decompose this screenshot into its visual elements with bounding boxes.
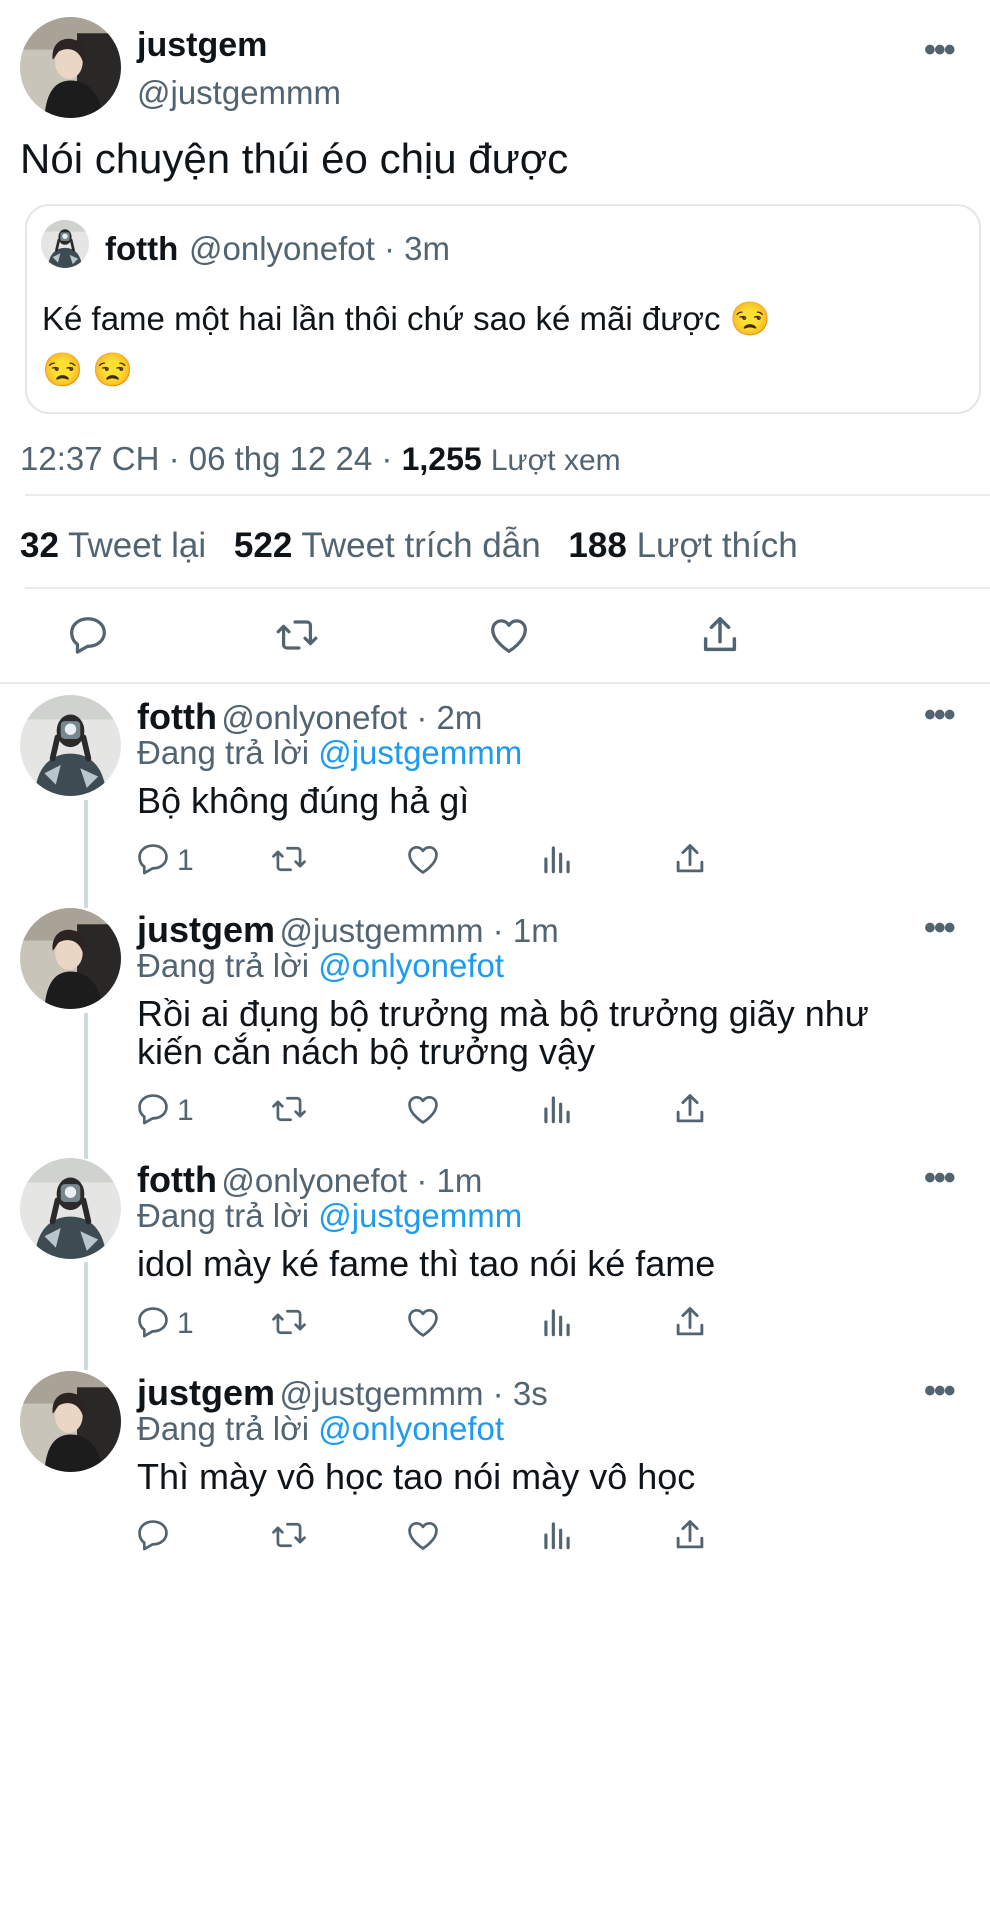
quote-name: fotth xyxy=(105,230,179,267)
replying-label: Đang trả lời xyxy=(137,734,310,771)
share-icon[interactable] xyxy=(671,1303,709,1341)
reply-handle-time: @onlyonefot · 2m xyxy=(221,699,483,736)
reply-author-name[interactable]: justgem xyxy=(137,1372,275,1413)
reply-icon[interactable] xyxy=(65,612,111,658)
retweets-stat[interactable]: 32 Tweet lại xyxy=(20,526,206,565)
quote-avatar xyxy=(41,220,89,268)
reply-count: 1 xyxy=(177,1307,194,1340)
replying-to: Đang trả lời @onlyonefot xyxy=(137,1410,504,1448)
likes-stat[interactable]: 188 Lượt thích xyxy=(568,526,797,565)
reply-avatar[interactable] xyxy=(20,1371,121,1472)
replying-to-handle[interactable]: @onlyonefot xyxy=(318,947,504,984)
views-icon[interactable] xyxy=(538,1303,576,1341)
quoted-tweet[interactable]: fotth @onlyonefot · 3m Ké fame một hai l… xyxy=(25,204,981,414)
reply-count: 1 xyxy=(177,1094,194,1127)
likes-count: 188 xyxy=(568,526,627,565)
reply-handle-time: @onlyonefot · 1m xyxy=(221,1162,483,1199)
retweet-icon[interactable] xyxy=(270,1516,308,1554)
like-icon[interactable] xyxy=(404,1516,442,1554)
replying-label: Đang trả lời xyxy=(137,1410,310,1447)
replying-to-handle[interactable]: @onlyonefot xyxy=(318,1410,504,1447)
retweet-icon[interactable] xyxy=(274,612,320,658)
reply-avatar[interactable] xyxy=(20,908,121,1009)
share-icon[interactable] xyxy=(671,840,709,878)
more-dots-icon[interactable]: ••• xyxy=(924,698,956,732)
reply-icon[interactable] xyxy=(134,1303,172,1341)
quote-text-line1: Ké fame một hai lần thôi chứ sao ké mãi … xyxy=(42,300,771,337)
views-label: Lượt xem xyxy=(490,444,621,477)
retweet-icon[interactable] xyxy=(270,840,308,878)
reply-avatar[interactable] xyxy=(20,695,121,796)
like-icon[interactable] xyxy=(404,1303,442,1341)
like-icon[interactable] xyxy=(404,1090,442,1128)
replying-to: Đang trả lời @justgemmm xyxy=(137,1197,522,1235)
views-count: 1,255 xyxy=(401,441,482,477)
reply-count: 1 xyxy=(177,844,194,877)
share-icon[interactable] xyxy=(697,612,743,658)
thread-line xyxy=(84,1262,88,1370)
thread-line xyxy=(84,800,88,908)
time-date: 12:37 CH · 06 thg 12 24 · xyxy=(20,440,393,477)
quote-text-line2: 😒 😒 xyxy=(42,351,134,388)
reply-avatar[interactable] xyxy=(20,1158,121,1259)
reply-author-name[interactable]: fotth xyxy=(137,1159,217,1200)
replying-to: Đang trả lời @onlyonefot xyxy=(137,947,504,985)
quotes-count: 522 xyxy=(233,526,293,565)
reply-text: idol mày ké fame thì tao nói ké fame xyxy=(137,1243,716,1284)
replying-to: Đang trả lời @justgemmm xyxy=(137,734,522,772)
tweet-timestamp: 12:37 CH · 06 thg 12 24 · 1,255 Lượt xem xyxy=(20,440,621,478)
share-icon[interactable] xyxy=(671,1516,709,1554)
quotes-label: Tweet trích dẫn xyxy=(301,526,541,565)
tweet-text: Nói chuyện thúi éo chịu được xyxy=(20,135,569,182)
reply-handle-time: @justgemmm · 3s xyxy=(279,1375,548,1412)
quote-handle-time: @onlyonefot · 3m xyxy=(189,230,450,267)
quotes-stat[interactable]: 522 Tweet trích dẫn xyxy=(234,526,541,565)
reply-header: fotth @onlyonefot · 1m xyxy=(137,1159,482,1201)
reply-author-name[interactable]: justgem xyxy=(137,909,275,950)
views-icon[interactable] xyxy=(538,840,576,878)
retweet-icon[interactable] xyxy=(270,1303,308,1341)
divider xyxy=(25,587,990,589)
reply-header: justgem @justgemmm · 3s xyxy=(137,1372,548,1414)
views-icon[interactable] xyxy=(538,1090,576,1128)
replying-to-handle[interactable]: @justgemmm xyxy=(318,734,522,771)
like-icon[interactable] xyxy=(404,840,442,878)
reply-header: fotth @onlyonefot · 2m xyxy=(137,696,482,738)
more-dots-icon[interactable]: ••• xyxy=(924,1374,956,1408)
retweets-label: Tweet lại xyxy=(68,526,207,565)
author-handle[interactable]: @justgemmm xyxy=(137,74,341,112)
reply-text-line2: kiến cắn nách bộ trưởng vậy xyxy=(137,1031,595,1072)
author-name[interactable]: justgem xyxy=(137,26,267,65)
reply-author-name[interactable]: fotth xyxy=(137,696,217,737)
like-icon[interactable] xyxy=(486,612,532,658)
retweets-count: 32 xyxy=(20,526,59,565)
tweet-stats: 32 Tweet lại 522 Tweet trích dẫn 188 Lượ… xyxy=(20,526,798,566)
author-avatar[interactable] xyxy=(20,17,121,118)
reply-icon[interactable] xyxy=(134,1516,172,1554)
divider xyxy=(25,494,990,496)
likes-label: Lượt thích xyxy=(636,526,798,565)
reply-icon[interactable] xyxy=(134,1090,172,1128)
reply-icon[interactable] xyxy=(134,840,172,878)
views-icon[interactable] xyxy=(538,1516,576,1554)
reply-header: justgem @justgemmm · 1m xyxy=(137,909,559,951)
retweet-icon[interactable] xyxy=(270,1090,308,1128)
section-divider xyxy=(0,682,990,684)
reply-text: Thì mày vô học tao nói mày vô học xyxy=(137,1456,696,1497)
reply-text: Bộ không đúng hả gì xyxy=(137,780,470,821)
replying-to-handle[interactable]: @justgemmm xyxy=(318,1197,522,1234)
share-icon[interactable] xyxy=(671,1090,709,1128)
replying-label: Đang trả lời xyxy=(137,947,310,984)
thread-line xyxy=(84,1013,88,1159)
reply-handle-time: @justgemmm · 1m xyxy=(279,912,559,949)
more-dots-icon[interactable]: ••• xyxy=(924,1161,956,1195)
more-dots-icon[interactable]: ••• xyxy=(924,33,956,67)
more-dots-icon[interactable]: ••• xyxy=(924,911,956,945)
replying-label: Đang trả lời xyxy=(137,1197,310,1234)
